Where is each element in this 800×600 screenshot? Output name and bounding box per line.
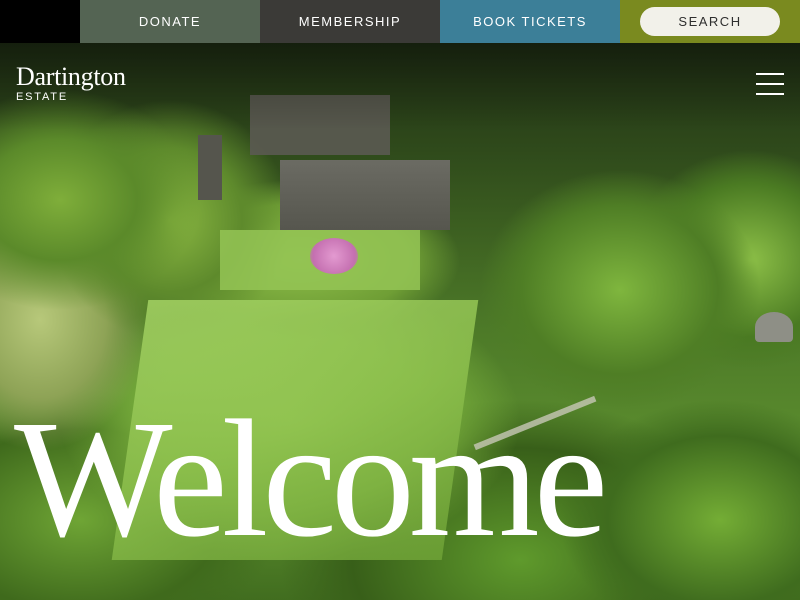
- hero-headline: Welcome: [14, 386, 608, 572]
- book-tickets-button[interactable]: BOOK TICKETS: [440, 0, 620, 43]
- top-bar-spacer: [0, 0, 80, 43]
- site-logo[interactable]: Dartington ESTATE: [16, 62, 126, 104]
- menu-line: [756, 73, 784, 75]
- search-button[interactable]: SEARCH: [640, 7, 780, 36]
- hall-building: [280, 160, 450, 230]
- gazebo: [755, 312, 793, 342]
- top-navigation-bar: DONATE MEMBERSHIP BOOK TICKETS SEARCH: [0, 0, 800, 43]
- logo-subtitle: ESTATE: [16, 91, 68, 103]
- blossom-tree: [310, 238, 358, 274]
- donate-button[interactable]: DONATE: [80, 0, 260, 43]
- tower: [198, 135, 222, 200]
- membership-button[interactable]: MEMBERSHIP: [260, 0, 440, 43]
- menu-line: [756, 83, 784, 85]
- logo-wordmark: Dartington: [16, 62, 126, 91]
- hamburger-menu-icon[interactable]: [756, 72, 784, 96]
- menu-line: [756, 93, 784, 95]
- search-container: SEARCH: [620, 0, 800, 43]
